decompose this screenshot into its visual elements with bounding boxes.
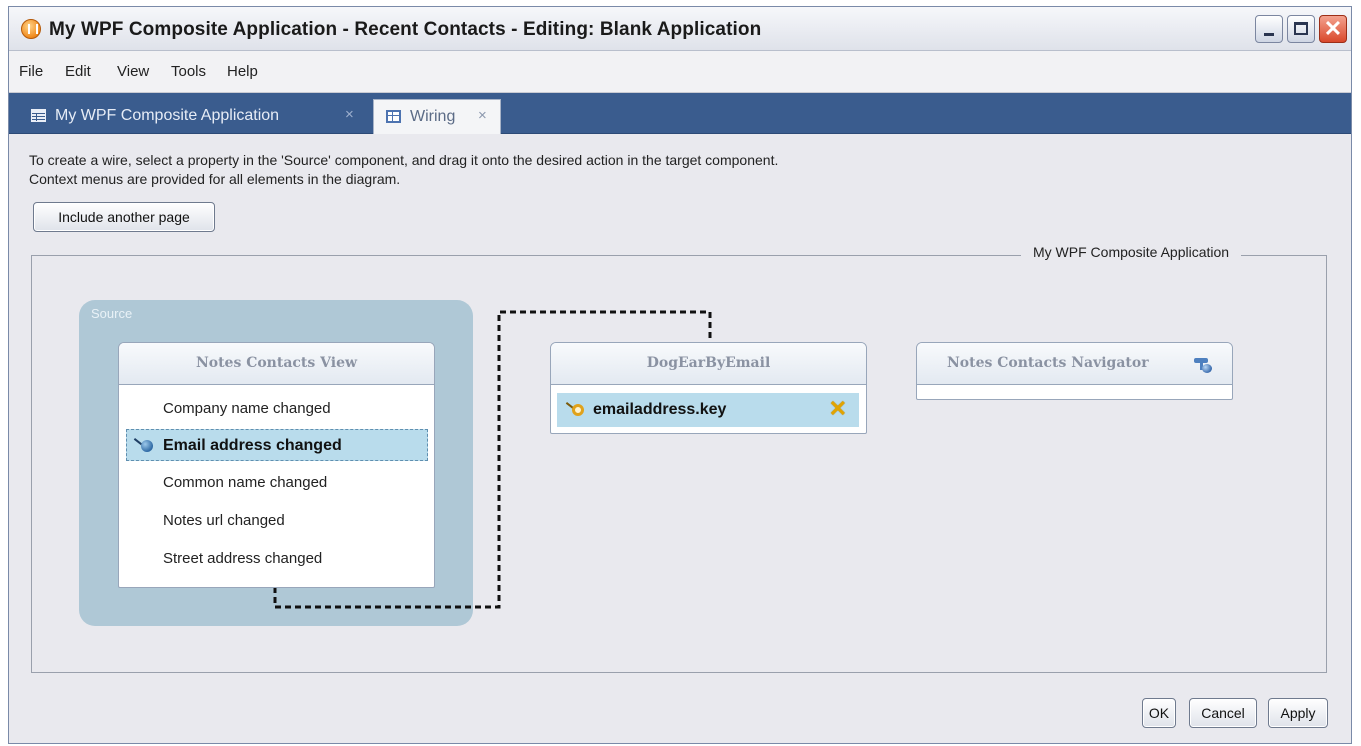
tab-my-wpf-composite-application[interactable]: My WPF Composite Application × — [19, 99, 371, 134]
close-button[interactable]: ✕ — [1319, 15, 1347, 43]
component-title: Notes Contacts Navigator — [917, 343, 1232, 385]
event-label: Notes url changed — [163, 512, 285, 529]
maximize-icon — [1294, 22, 1308, 35]
event-label: Email address changed — [163, 437, 342, 454]
event-label: Common name changed — [163, 474, 328, 491]
close-icon: ✕ — [1323, 16, 1343, 41]
wiring-editor: To create a wire, select a property in t… — [9, 134, 1351, 743]
component-dogearbyemail[interactable]: DogEarByEmail emailaddress.key ✕ — [550, 342, 867, 434]
action-label: emailaddress.key — [593, 401, 727, 418]
menu-view[interactable]: View — [117, 63, 149, 80]
document-tab-strip: My WPF Composite Application × Wiring × — [9, 93, 1351, 134]
maximize-button[interactable] — [1287, 15, 1315, 43]
tab-label: My WPF Composite Application — [55, 107, 280, 124]
event-row[interactable]: Company name changed — [119, 393, 434, 425]
cancel-button[interactable]: Cancel — [1189, 698, 1257, 728]
component-notes-contacts-view[interactable]: Notes Contacts View Company name changed… — [118, 342, 435, 588]
event-source-icon — [133, 438, 155, 453]
ok-button[interactable]: OK — [1142, 698, 1176, 728]
menu-help[interactable]: Help — [227, 63, 258, 80]
tab-label: Wiring — [410, 108, 456, 125]
event-row[interactable]: Notes url changed — [119, 505, 434, 537]
window-title: My WPF Composite Application - Recent Co… — [49, 19, 762, 40]
action-row[interactable]: emailaddress.key ✕ — [557, 393, 859, 427]
event-label: Company name changed — [163, 400, 331, 417]
tab-close-icon[interactable]: × — [478, 107, 487, 124]
menu-edit[interactable]: Edit — [65, 63, 91, 80]
component-title: Notes Contacts View — [119, 343, 434, 385]
layout-icon — [386, 110, 401, 123]
title-bar[interactable]: My WPF Composite Application - Recent Co… — [9, 7, 1351, 51]
event-label: Street address changed — [163, 550, 323, 567]
component-notes-contacts-navigator[interactable]: Notes Contacts Navigator — [916, 342, 1233, 400]
apply-button[interactable]: Apply — [1268, 698, 1328, 728]
menu-bar: File Edit View Tools Help — [9, 51, 1351, 93]
tab-wiring[interactable]: Wiring × — [373, 99, 501, 134]
menu-tools[interactable]: Tools — [171, 63, 206, 80]
event-row[interactable]: Street address changed — [119, 543, 434, 575]
app-window: My WPF Composite Application - Recent Co… — [8, 6, 1352, 744]
minimize-button[interactable] — [1255, 15, 1283, 43]
close-x-icon[interactable]: ✕ — [829, 398, 847, 420]
tab-close-icon[interactable]: × — [345, 106, 354, 123]
minimize-icon — [1264, 33, 1274, 36]
menu-file[interactable]: File — [19, 63, 43, 80]
component-title: DogEarByEmail — [551, 343, 866, 385]
event-row-selected[interactable]: Email address changed — [126, 429, 428, 461]
app-orb-icon[interactable] — [21, 19, 41, 39]
action-target-icon — [565, 402, 587, 418]
event-row[interactable]: Common name changed — [119, 467, 434, 499]
table-icon — [31, 109, 46, 122]
navigator-icon — [1192, 356, 1214, 374]
